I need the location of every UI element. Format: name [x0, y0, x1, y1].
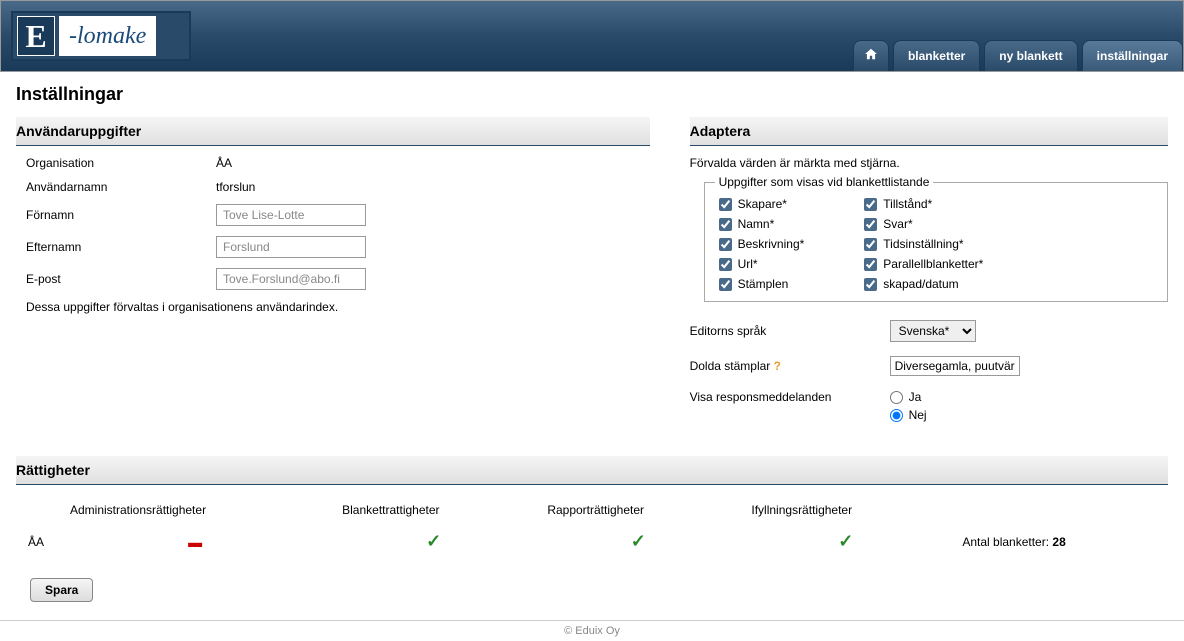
- logo-letter: E: [17, 16, 55, 56]
- rights-org: ÅA: [18, 525, 58, 558]
- check-icon: ✓: [631, 531, 646, 551]
- checkbox-svar[interactable]: Svar*: [864, 217, 983, 231]
- content: Inställningar Användaruppgifter Organisa…: [0, 72, 1184, 614]
- rights-row: ÅA ▬ ✓ ✓ ✓ Antal blanketter: 28: [18, 525, 1166, 558]
- hidden-stamps-label: Dolda stämplar: [690, 359, 771, 373]
- save-button[interactable]: Spara: [30, 578, 93, 602]
- dash-icon: ▬: [188, 534, 202, 550]
- firstname-input[interactable]: [216, 204, 366, 226]
- check-icon: ✓: [838, 531, 853, 551]
- rights-header-ifyllning: Ifyllningsrättigheter: [741, 497, 950, 523]
- lastname-input[interactable]: [216, 236, 366, 258]
- editor-lang-select[interactable]: Svenska*: [890, 320, 976, 342]
- checkbox-url[interactable]: Url*: [719, 257, 805, 271]
- rights-header-admin: Administrationsrättigheter: [60, 497, 330, 523]
- tab-ny-blankett[interactable]: ny blankett: [984, 40, 1077, 71]
- rights-header-blankett: Blankettrattigheter: [332, 497, 535, 523]
- checkbox-skapad-datum[interactable]: skapad/datum: [864, 277, 983, 291]
- checkbox-parallellblanketter[interactable]: Parallellblanketter*: [864, 257, 983, 271]
- rights-header-rapport: Rapporträttigheter: [537, 497, 739, 523]
- checkbox-beskrivning[interactable]: Beskrivning*: [719, 237, 805, 251]
- user-note: Dessa uppgifter förvaltas i organisation…: [26, 300, 650, 314]
- radio-ja[interactable]: Ja: [890, 390, 927, 404]
- logo: E -lomake: [11, 11, 191, 61]
- rights-count: Antal blanketter: 28: [952, 525, 1166, 558]
- tab-blanketter[interactable]: blanketter: [893, 40, 980, 71]
- check-icon: ✓: [426, 531, 441, 551]
- header-bar: E -lomake blanketter ny blankett inställ…: [0, 0, 1184, 72]
- lastname-label: Efternamn: [26, 240, 216, 254]
- fieldset-legend: Uppgifter som visas vid blankettlistande: [715, 175, 934, 189]
- organisation-value: ÅA: [216, 156, 232, 170]
- rights-header-count: [952, 497, 1166, 523]
- hidden-stamps-input[interactable]: [890, 356, 1020, 376]
- show-response-label: Visa responsmeddelanden: [690, 390, 890, 404]
- page-title: Inställningar: [16, 84, 1168, 105]
- rights-section-header: Rättigheter: [16, 456, 1168, 485]
- checkbox-tidsinstallning[interactable]: Tidsinställning*: [864, 237, 983, 251]
- rights-header-org: [18, 497, 58, 523]
- user-section-header: Användaruppgifter: [16, 117, 650, 146]
- home-icon: [864, 47, 878, 64]
- checkbox-stamplen[interactable]: Stämplen: [719, 277, 805, 291]
- tab-installningar[interactable]: inställningar: [1082, 40, 1183, 71]
- tab-home[interactable]: [853, 40, 889, 71]
- username-value: tforslun: [216, 180, 255, 194]
- username-label: Användarnamn: [26, 180, 216, 194]
- firstname-label: Förnamn: [26, 208, 216, 222]
- nav-tabs: blanketter ny blankett inställningar: [853, 40, 1183, 71]
- email-label: E-post: [26, 272, 216, 286]
- checkbox-skapare[interactable]: Skapare*: [719, 197, 805, 211]
- adapt-section-header: Adaptera: [690, 117, 1168, 146]
- help-icon[interactable]: ?: [774, 359, 781, 373]
- rights-table: Administrationsrättigheter Blankettratti…: [16, 495, 1168, 560]
- fieldset-box: Uppgifter som visas vid blankettlistande…: [704, 182, 1168, 302]
- editor-lang-label: Editorns språk: [690, 324, 890, 338]
- radio-nej[interactable]: Nej: [890, 408, 927, 422]
- logo-text: -lomake: [59, 16, 156, 56]
- organisation-label: Organisation: [26, 156, 216, 170]
- email-input[interactable]: [216, 268, 366, 290]
- checkbox-tillstand[interactable]: Tillstånd*: [864, 197, 983, 211]
- adapt-note: Förvalda värden är märkta med stjärna.: [690, 156, 1168, 170]
- checkbox-namn[interactable]: Namn*: [719, 217, 805, 231]
- footer: © Eduix Oy: [0, 620, 1184, 641]
